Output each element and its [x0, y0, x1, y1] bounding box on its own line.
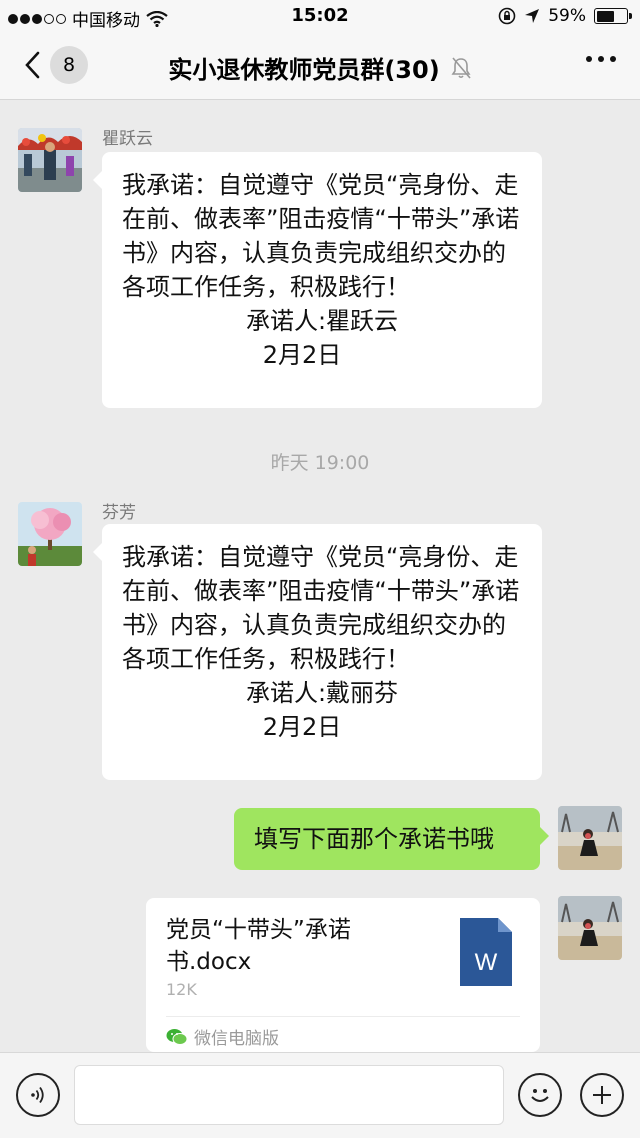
- my-avatar[interactable]: [558, 806, 622, 870]
- battery-level: [596, 10, 614, 22]
- message-text: 我承诺：自觉遵守《党员“亮身份、走在前、做表率”阻击疫情“十带头”承诺书》内容，…: [122, 171, 520, 301]
- plus-icon: [593, 1086, 611, 1104]
- rotation-lock-icon: [498, 7, 516, 25]
- file-message-card[interactable]: 党员“十带头”承诺书.docx 12K W 微信电脑版: [146, 898, 540, 1052]
- word-document-icon: W: [460, 918, 512, 986]
- muted-bell-icon: [451, 56, 471, 79]
- sender-name: 瞿跃云: [102, 129, 153, 149]
- voice-button[interactable]: [16, 1073, 60, 1117]
- file-source: 微信电脑版: [166, 1024, 279, 1049]
- time-divider: 昨天 19:00: [270, 452, 370, 474]
- more-options-button[interactable]: [586, 56, 616, 62]
- sender-name: 芬芳: [102, 503, 136, 523]
- chat-title: 实小退休教师党员群(30): [168, 56, 440, 84]
- file-size: 12K: [166, 980, 197, 999]
- battery-icon: [594, 8, 632, 24]
- message-signer: 承诺人:瞿跃云: [245, 307, 399, 335]
- file-divider: [166, 1016, 520, 1017]
- nav-bar: 8 实小退休教师党员群(30): [0, 34, 640, 100]
- message-date: 2月2日: [262, 713, 342, 741]
- location-arrow-icon: [525, 9, 540, 23]
- file-source-label: 微信电脑版: [194, 1029, 279, 1049]
- input-bar: [0, 1052, 640, 1138]
- message-bubble[interactable]: 我承诺：自觉遵守《党员“亮身份、走在前、做表率”阻击疫情“十带头”承诺书》内容，…: [93, 524, 542, 780]
- avatar[interactable]: [18, 128, 82, 192]
- message-signer: 承诺人:戴丽芬: [245, 679, 399, 707]
- emoji-button[interactable]: [518, 1073, 562, 1117]
- status-bar: 中国移动 15:02 59%: [0, 0, 640, 34]
- file-name: 党员“十带头”承诺书.docx: [166, 917, 351, 975]
- battery-percent: 59%: [548, 6, 586, 26]
- wechat-icon: [166, 1028, 188, 1045]
- voice-icon: [31, 1086, 44, 1104]
- word-icon-letter: W: [475, 949, 498, 976]
- status-right: 59%: [498, 6, 632, 26]
- my-avatar[interactable]: [558, 896, 622, 960]
- message-bubble[interactable]: 我承诺：自觉遵守《党员“亮身份、走在前、做表率”阻击疫情“十带头”承诺书》内容，…: [93, 152, 542, 408]
- my-message-text: 填写下面那个承诺书哦: [254, 825, 494, 853]
- message-input[interactable]: [74, 1065, 504, 1125]
- plus-button[interactable]: [580, 1073, 624, 1117]
- chat-title-wrap: 实小退休教师党员群(30): [0, 50, 640, 85]
- avatar[interactable]: [18, 502, 82, 566]
- message-text: 我承诺：自觉遵守《党员“亮身份、走在前、做表率”阻击疫情“十带头”承诺书》内容，…: [122, 543, 520, 673]
- my-message-bubble[interactable]: 填写下面那个承诺书哦: [234, 808, 549, 870]
- message-date: 2月2日: [262, 341, 342, 369]
- smiley-icon: [531, 1089, 549, 1102]
